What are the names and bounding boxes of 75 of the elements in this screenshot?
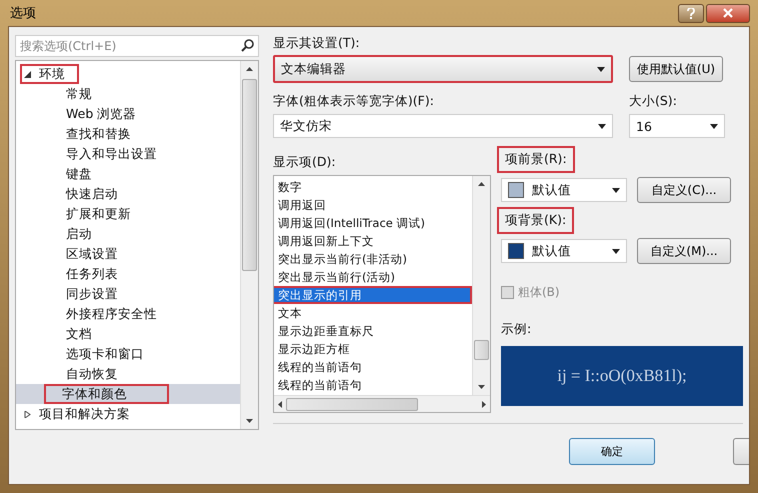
scroll-up-icon[interactable]	[246, 67, 253, 71]
help-icon	[687, 8, 695, 18]
tree-item[interactable]: 项目和解决方案	[20, 404, 144, 424]
field-label: 项前景(R):	[497, 146, 575, 173]
dropdown-arrow-icon	[598, 124, 606, 128]
scrollbar-thumb[interactable]	[474, 340, 489, 360]
window-title: 选项	[9, 5, 37, 22]
list-item[interactable]: 线程的当前语句	[274, 358, 472, 376]
tree-item[interactable]: 启动	[60, 224, 106, 244]
list-item[interactable]: 显示边距垂直标尺	[274, 322, 472, 340]
custom-button[interactable]: 自定义(M)...	[637, 238, 731, 264]
search-field[interactable]: 搜索选项(Ctrl+E)	[15, 35, 259, 57]
use-defaults-button[interactable]: 使用默认值(U)	[629, 56, 723, 82]
scroll-left-icon[interactable]	[278, 400, 282, 408]
field-label: 项背景(K):	[497, 207, 574, 234]
list-item[interactable]: 调用返回新上下文	[274, 232, 472, 250]
tree-item[interactable]: 导入和导出设置	[60, 144, 171, 164]
tree-item[interactable]: 环境	[20, 64, 79, 84]
field-label: 显示其设置(T):	[273, 35, 361, 52]
scrollbar-thumb[interactable]	[242, 79, 257, 271]
list-item[interactable]: 显示边距方框	[274, 340, 472, 358]
close-icon	[723, 8, 733, 18]
tree-item[interactable]: 区域设置	[60, 244, 132, 264]
ok-button[interactable]: 确定	[569, 438, 655, 465]
tree-item[interactable]: 快速启动	[60, 184, 132, 204]
color-dropdown[interactable]: 默认值	[501, 178, 627, 202]
tree-item[interactable]: 查找和替换	[60, 124, 145, 144]
checkbox-label: 粗体(B)	[518, 284, 560, 301]
tree-item[interactable]: 任务列表	[60, 264, 132, 284]
scroll-down-icon[interactable]	[246, 419, 253, 423]
tree-item[interactable]: 同步设置	[60, 284, 132, 304]
tree-item[interactable]: Web 浏览器	[60, 104, 150, 124]
search-icon	[241, 39, 254, 52]
list-item[interactable]: 数字	[274, 178, 472, 196]
cancel-button[interactable]	[733, 438, 749, 465]
tree-item[interactable]: 常规	[60, 84, 106, 104]
tree-item[interactable]: 自动恢复	[60, 364, 132, 384]
custom-button[interactable]: 自定义(C)...	[637, 177, 731, 203]
list-item[interactable]: 突出显示当前行(活动)	[274, 268, 472, 286]
list-item[interactable]: 突出显示的引用	[274, 286, 472, 304]
tree-item[interactable]: 文档	[60, 324, 106, 344]
close-button[interactable]	[706, 4, 750, 22]
scroll-up-icon[interactable]	[478, 182, 485, 186]
scroll-right-icon[interactable]	[482, 400, 486, 408]
horizontal-scrollbar[interactable]	[274, 395, 490, 412]
expanded-icon[interactable]	[24, 70, 31, 78]
settings-dropdown[interactable]: 文本编辑器	[273, 55, 613, 83]
field-label: 显示项(D):	[273, 154, 337, 171]
help-button[interactable]	[678, 4, 704, 22]
field-label: 示例:	[501, 321, 532, 338]
dropdown-arrow-icon	[710, 124, 718, 128]
vertical-scrollbar[interactable]	[240, 61, 258, 429]
size-dropdown[interactable]: 16	[629, 114, 725, 138]
color-dropdown[interactable]: 默认值	[501, 239, 627, 263]
tree-item[interactable]: 外接程序安全性	[60, 304, 171, 324]
tree-item[interactable]: 键盘	[60, 164, 106, 184]
list-item[interactable]: 调用返回	[274, 196, 472, 214]
tree-item[interactable]: 扩展和更新	[60, 204, 145, 224]
tree-item[interactable]: 字体和颜色	[44, 384, 169, 404]
collapsed-icon[interactable]	[24, 410, 31, 418]
list-item[interactable]: 突出显示当前行(非活动)	[274, 250, 472, 268]
field-label: 大小(S):	[629, 93, 678, 110]
list-item[interactable]: 文本	[274, 304, 472, 322]
field-label: 字体(粗体表示等宽字体)(F):	[273, 93, 435, 110]
scrollbar-thumb[interactable]	[286, 398, 418, 410]
list-item[interactable]: 线程的当前语句	[274, 376, 472, 394]
list-item[interactable]: 调用返回(IntelliTrace 调试)	[274, 214, 472, 232]
sample-preview: ij = I::oO(0xB81l);	[501, 346, 743, 406]
tree-item[interactable]: 选项卡和窗口	[60, 344, 158, 364]
dropdown-arrow-icon	[597, 66, 605, 72]
font-dropdown[interactable]: 华文仿宋	[273, 114, 613, 138]
vertical-scrollbar[interactable]	[472, 176, 490, 395]
scroll-down-icon[interactable]	[478, 385, 485, 389]
dropdown-arrow-icon	[612, 188, 620, 192]
dropdown-arrow-icon	[612, 248, 620, 254]
